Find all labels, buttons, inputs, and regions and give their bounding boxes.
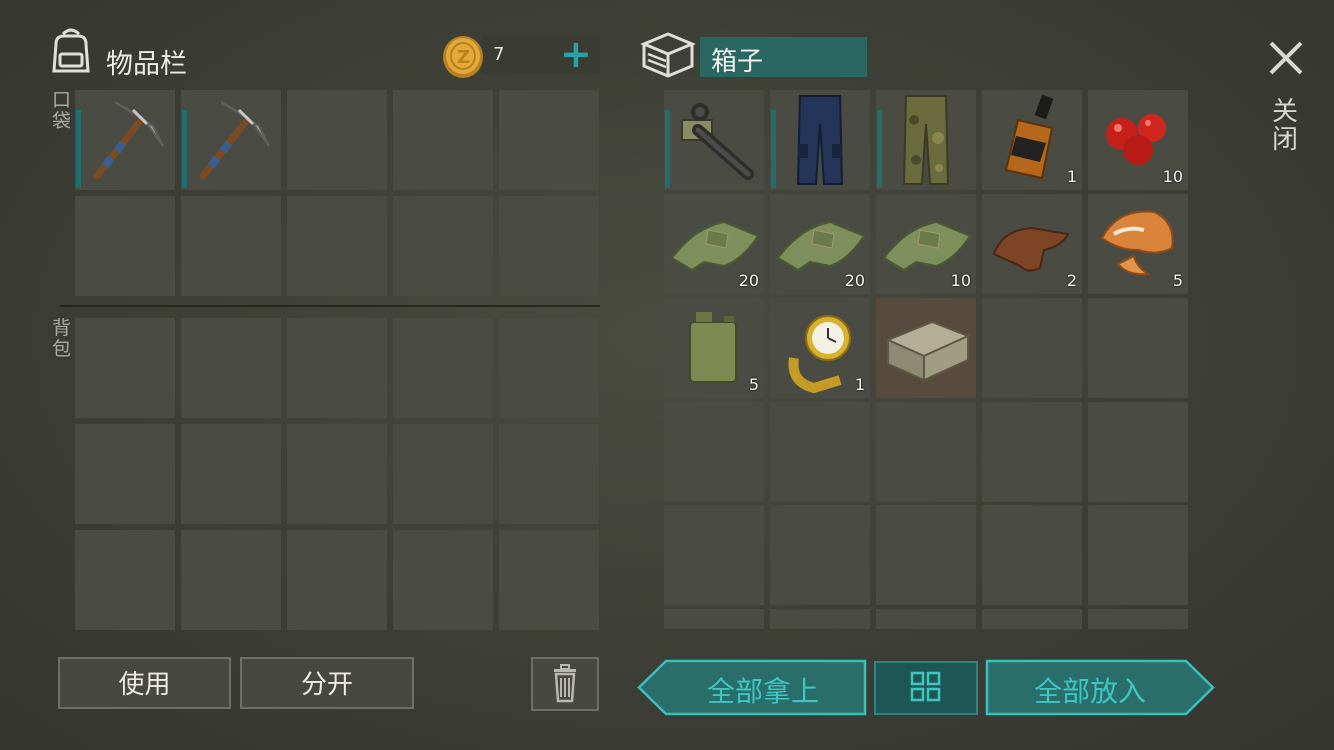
box-slot[interactable] (1088, 402, 1188, 502)
box-title: 箱子 (711, 47, 764, 77)
backpack-slot[interactable] (181, 318, 281, 418)
item-quantity: 1 (854, 375, 865, 394)
pocket-slot[interactable] (75, 196, 175, 296)
box-slot[interactable] (876, 402, 976, 502)
backpack-slot[interactable] (287, 424, 387, 524)
pocket-slot[interactable] (287, 90, 387, 190)
box-slot[interactable] (876, 505, 976, 605)
box-slot[interactable]: 20 (770, 194, 870, 294)
pocket-slot[interactable] (181, 196, 281, 296)
box-title-field[interactable]: 箱子 (700, 37, 867, 77)
backpack-icon (46, 26, 96, 76)
close-button[interactable]: 关闭 (1272, 98, 1300, 154)
coin-count: 7 (493, 44, 505, 65)
take-all-label: 全部拿上 (706, 675, 819, 708)
backpack-slot[interactable] (75, 530, 175, 630)
item-quantity: 5 (1172, 271, 1183, 290)
item-quantity: 10 (950, 271, 971, 290)
split-button[interactable]: 分开 (240, 657, 414, 709)
pocket-slot[interactable] (287, 196, 387, 296)
box-slot[interactable] (664, 90, 764, 190)
svg-text:Z: Z (457, 47, 470, 68)
box-slot[interactable] (664, 402, 764, 502)
pickaxe-icon (93, 101, 164, 180)
crate-icon (640, 28, 696, 80)
box-slot[interactable]: 10 (876, 194, 976, 294)
backpack-slot[interactable] (287, 530, 387, 630)
item-quantity: 2 (1066, 271, 1077, 290)
box-slot[interactable] (982, 298, 1082, 398)
add-coins-button[interactable]: + (560, 35, 592, 74)
slot-partial (1088, 609, 1188, 629)
pickaxe-icon (199, 101, 270, 180)
box-slot[interactable]: 20 (664, 194, 764, 294)
backpack-label: 背包 (52, 317, 72, 360)
pocket-slot[interactable] (499, 90, 599, 190)
backpack-slot[interactable] (181, 424, 281, 524)
trash-button[interactable] (531, 657, 599, 711)
backpack-slot[interactable] (75, 318, 175, 418)
pocket-label: 口袋 (52, 89, 72, 132)
pocket-slot[interactable] (75, 90, 175, 190)
box-slot[interactable] (876, 298, 976, 398)
backpack-slot[interactable] (393, 424, 493, 524)
slot-partial (982, 609, 1082, 629)
backpack-slot[interactable] (393, 318, 493, 418)
slot-partial (876, 609, 976, 629)
item-quantity: 10 (1162, 167, 1183, 186)
trash-icon (554, 664, 576, 703)
use-button[interactable]: 使用 (58, 657, 231, 709)
box-slot[interactable] (1088, 505, 1188, 605)
blue-pants-icon (796, 95, 844, 185)
pocket-slot[interactable] (393, 90, 493, 190)
pocket-slot[interactable] (499, 196, 599, 296)
slot-partial (770, 609, 870, 629)
inventory-title: 物品栏 (106, 49, 187, 80)
backpack-slot[interactable] (181, 530, 281, 630)
section-divider (60, 305, 600, 307)
box-slot[interactable] (876, 90, 976, 190)
camo-pants-icon (902, 95, 950, 185)
box-slot[interactable]: 1 (770, 298, 870, 398)
close-icon[interactable] (1266, 38, 1306, 78)
pocket-slot[interactable] (393, 196, 493, 296)
backpack-slot[interactable] (75, 424, 175, 524)
box-slot[interactable]: 5 (664, 298, 764, 398)
box-slot[interactable]: 5 (1088, 194, 1188, 294)
wooden-crate-icon (885, 320, 971, 382)
grid-sort-icon (910, 671, 941, 702)
item-quantity: 20 (844, 271, 865, 290)
pocket-slot[interactable] (181, 90, 281, 190)
backpack-slot[interactable] (499, 424, 599, 524)
backpack-slot[interactable] (499, 530, 599, 630)
box-slot[interactable] (982, 402, 1082, 502)
box-slot[interactable] (770, 402, 870, 502)
slot-partial (664, 609, 764, 629)
box-slot[interactable]: 2 (982, 194, 1082, 294)
backpack-slot[interactable] (393, 530, 493, 630)
box-slot[interactable] (982, 505, 1082, 605)
box-slot[interactable]: 1 (982, 90, 1082, 190)
coin-icon: Z (440, 32, 486, 80)
item-quantity: 1 (1066, 167, 1077, 186)
backpack-slot[interactable] (499, 318, 599, 418)
backpack-slot[interactable] (287, 318, 387, 418)
box-slot[interactable] (1088, 298, 1188, 398)
box-slot[interactable] (664, 505, 764, 605)
chainsaw-icon (681, 103, 754, 180)
sort-button[interactable] (874, 661, 978, 715)
put-all-label: 全部放入 (1033, 675, 1146, 708)
item-quantity: 5 (748, 375, 759, 394)
box-slot[interactable] (770, 505, 870, 605)
box-slot[interactable] (770, 90, 870, 190)
box-slot[interactable]: 10 (1088, 90, 1188, 190)
item-quantity: 20 (738, 271, 759, 290)
